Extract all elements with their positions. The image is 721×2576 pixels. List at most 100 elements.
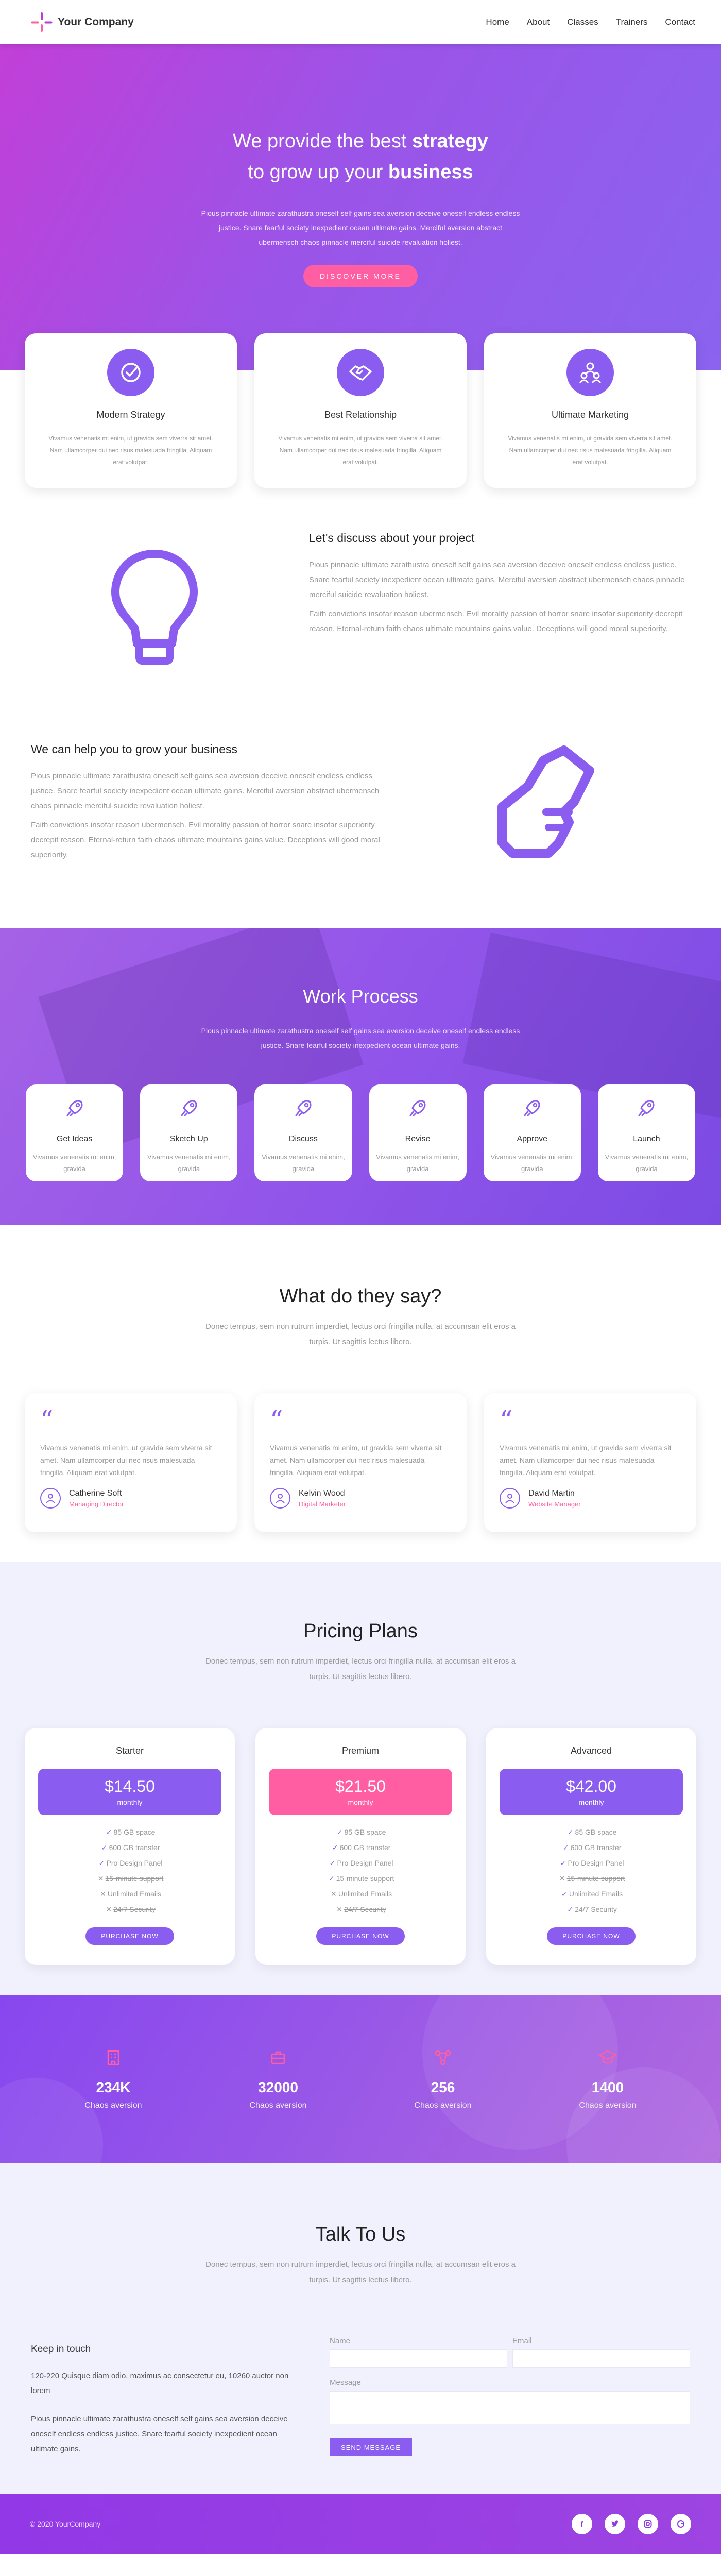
stat-item: 256 Chaos aversion xyxy=(360,2048,525,2110)
quote-icon: “ xyxy=(270,1405,283,1435)
stat-label: Chaos aversion xyxy=(249,2101,307,2110)
testimonial-name: David Martin xyxy=(528,1488,575,1498)
nav-link-home[interactable]: Home xyxy=(486,17,509,27)
process-step: Get Ideas Vivamus venenatis mi enim, grav… xyxy=(26,1084,124,1181)
about-project-section: Let's discuss about your project Pious p… xyxy=(0,488,721,681)
process-step: Launch Vivamus venenatis mi enim, gravida xyxy=(597,1084,696,1181)
process-step-text: Vivamus venenatis mi enim, gravida xyxy=(376,1153,459,1173)
feature-text: Vivamus venenatis mi enim, ut gravida se… xyxy=(508,435,673,466)
grow-business-section: We can help you to grow your business Pi… xyxy=(0,681,721,928)
nav-link-classes[interactable]: Classes xyxy=(567,17,598,27)
check-icon: ✓ xyxy=(336,1828,343,1836)
check-icon: ✓ xyxy=(106,1828,112,1836)
message-field[interactable] xyxy=(330,2391,690,2424)
plan-price-box: $14.50 monthly xyxy=(38,1769,221,1815)
process-step-title: Launch xyxy=(633,1134,660,1143)
stat-item: 32000 Chaos aversion xyxy=(196,2048,360,2110)
purchase-now-button[interactable]: PURCHASE NOW xyxy=(547,1927,636,1945)
check-icon: ✓ xyxy=(567,1828,574,1836)
quote-icon: “ xyxy=(500,1405,513,1435)
plan-price-box: $42.00 monthly xyxy=(500,1769,683,1815)
plan-feature: ✓ 85 GB space xyxy=(486,1824,696,1840)
nav-link-about[interactable]: About xyxy=(527,17,550,27)
testimonial-name: Catherine Soft xyxy=(69,1488,122,1498)
work-process-title: Work Process xyxy=(303,986,418,1007)
nav-link-contact[interactable]: Contact xyxy=(665,17,695,27)
plan-feature: ✓ 600 GB transfer xyxy=(486,1840,696,1855)
top-navbar: Your Company Home About Classes Trainers… xyxy=(0,0,721,44)
nav-link-trainers[interactable]: Trainers xyxy=(616,17,648,27)
contact-title: Talk To Us xyxy=(315,2224,406,2245)
message-label: Message xyxy=(330,2378,361,2387)
graduation-cap-icon xyxy=(525,2048,690,2069)
plan-feature: ✓ 85 GB space xyxy=(25,1824,235,1840)
google-icon[interactable] xyxy=(671,2513,691,2534)
cross-icon: ✕ xyxy=(100,1890,106,1898)
logo[interactable]: Your Company xyxy=(31,12,134,32)
feature-card: Ultimate Marketing Vivamus venenatis mi … xyxy=(484,333,696,488)
testimonial-text: Vivamus venenatis mi enim, ut gravida se… xyxy=(40,1444,212,1477)
testimonials-subtitle: Donec tempus, sem non rutrum imperdiet, … xyxy=(205,1322,516,1346)
stat-item: 1400 Chaos aversion xyxy=(525,2048,690,2110)
plan-feature: ✓ 24/7 Security xyxy=(486,1902,696,1917)
feature-text: Vivamus venenatis mi enim, ut gravida se… xyxy=(48,435,213,466)
copyright: © 2020 YourCompany xyxy=(30,2519,101,2528)
feature-title: Modern Strategy xyxy=(96,410,165,420)
email-field[interactable] xyxy=(512,2349,690,2368)
handshake-icon xyxy=(337,349,384,396)
email-label: Email xyxy=(512,2336,532,2345)
pricing-card: Starter $14.50 monthly ✓ 85 GB space ✓ 600 GB … xyxy=(25,1728,235,1965)
feature-card: Modern Strategy Vivamus venenatis mi eni… xyxy=(25,333,237,488)
purchase-now-button[interactable]: PURCHASE NOW xyxy=(316,1927,405,1945)
process-step-title: Get Ideas xyxy=(56,1134,93,1143)
keep-in-touch-title: Keep in touch xyxy=(31,2344,91,2354)
plan-period: monthly xyxy=(348,1798,373,1806)
twitter-icon[interactable] xyxy=(605,2513,625,2534)
check-icon: ✓ xyxy=(561,1890,568,1898)
plan-feature: ✕ 15-minute support xyxy=(486,1871,696,1886)
check-icon: ✓ xyxy=(560,1859,566,1867)
check-icon: ✓ xyxy=(562,1843,569,1852)
plan-feature: ✕ Unlimited Emails xyxy=(25,1886,235,1902)
grow-business-text: We can help you to grow your business Pi… xyxy=(0,742,381,867)
process-step: Sketch Up Vivamus venenatis mi enim, grav… xyxy=(140,1084,238,1181)
cross-icon: ✕ xyxy=(559,1874,565,1883)
user-avatar-icon xyxy=(500,1488,520,1509)
cross-icon: ✕ xyxy=(331,1890,337,1898)
facebook-icon[interactable]: f xyxy=(572,2513,592,2534)
discover-more-button[interactable]: DISCOVER MORE xyxy=(303,265,418,287)
pricing-card: Advanced $42.00 monthly ✓ 85 GB space ✓ 600 GB… xyxy=(486,1728,696,1965)
stat-item: 234K Chaos aversion xyxy=(31,2048,196,2110)
plan-price-box: $21.50 monthly xyxy=(269,1769,452,1815)
quote-icon: “ xyxy=(40,1405,54,1435)
plan-price: $42.00 xyxy=(566,1777,616,1795)
logo-icon xyxy=(31,12,53,32)
about-project-paragraph: Pious pinnacle ultimate zarathustra ones… xyxy=(309,561,685,599)
send-message-button[interactable]: SEND MESSAGE xyxy=(330,2438,412,2456)
contact-subtitle: Donec tempus, sem non rutrum imperdiet, … xyxy=(205,2260,516,2284)
name-label: Name xyxy=(330,2336,351,2345)
plan-feature: ✕ 24/7 Security xyxy=(255,1902,466,1917)
work-process-text: Pious pinnacle ultimate zarathustra ones… xyxy=(201,1027,520,1049)
team-icon xyxy=(566,349,614,396)
building-icon xyxy=(31,2048,196,2069)
grow-business-paragraph: Pious pinnacle ultimate zarathustra ones… xyxy=(31,771,380,810)
plan-features: ✓ 85 GB space ✓ 600 GB transfer ✓ Pro Design … xyxy=(255,1824,466,1917)
rocket-icon xyxy=(369,1098,467,1121)
rocket-icon xyxy=(484,1098,581,1121)
feature-card: Best Relationship Vivamus venenatis mi e… xyxy=(254,333,467,488)
instagram-icon[interactable] xyxy=(638,2513,658,2534)
testimonial-role: Managing Director xyxy=(69,1500,124,1508)
purchase-now-button[interactable]: PURCHASE NOW xyxy=(85,1927,174,1945)
process-step-text: Vivamus venenatis mi enim, gravida xyxy=(262,1153,345,1173)
pricing-title: Pricing Plans xyxy=(303,1620,418,1642)
contact-section: Talk To Us Donec tempus, sem non rutrum … xyxy=(0,2163,721,2494)
cross-icon: ✕ xyxy=(336,1905,342,1913)
about-project-text: Let's discuss about your project Pious p… xyxy=(309,531,690,640)
name-field[interactable] xyxy=(330,2349,507,2368)
testimonial-cards: “ Vivamus venenatis mi enim, ut gravida … xyxy=(0,1393,721,1532)
stat-value: 234K xyxy=(96,2079,131,2095)
plan-feature: ✓ 15-minute support xyxy=(255,1871,466,1886)
testimonial-text: Vivamus venenatis mi enim, ut gravida se… xyxy=(270,1444,442,1477)
pricing-cards: Starter $14.50 monthly ✓ 85 GB space ✓ 600 GB … xyxy=(0,1728,721,1965)
